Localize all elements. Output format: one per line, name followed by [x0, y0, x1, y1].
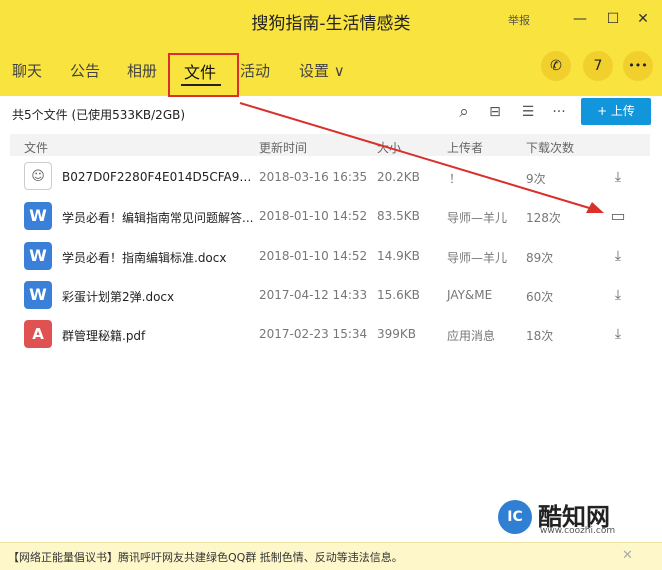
annotation-arrow-line: [239, 102, 597, 211]
watermark-logo-icon: IC: [498, 500, 532, 534]
notice-bar: 【网络正能量倡议书】腾讯呼吁网友共建绿色QQ群 抵制色情、反动等违法信息。 ✕: [0, 542, 662, 570]
watermark-url: www.coozhi.com: [540, 526, 616, 536]
notice-text[interactable]: 【网络正能量倡议书】腾讯呼吁网友共建绿色QQ群 抵制色情、反动等违法信息。: [8, 549, 403, 565]
annotation-arrow: [239, 102, 604, 213]
notice-close-icon[interactable]: ✕: [622, 548, 633, 563]
watermark: IC 酷知网 www.coozhi.com: [498, 494, 648, 542]
